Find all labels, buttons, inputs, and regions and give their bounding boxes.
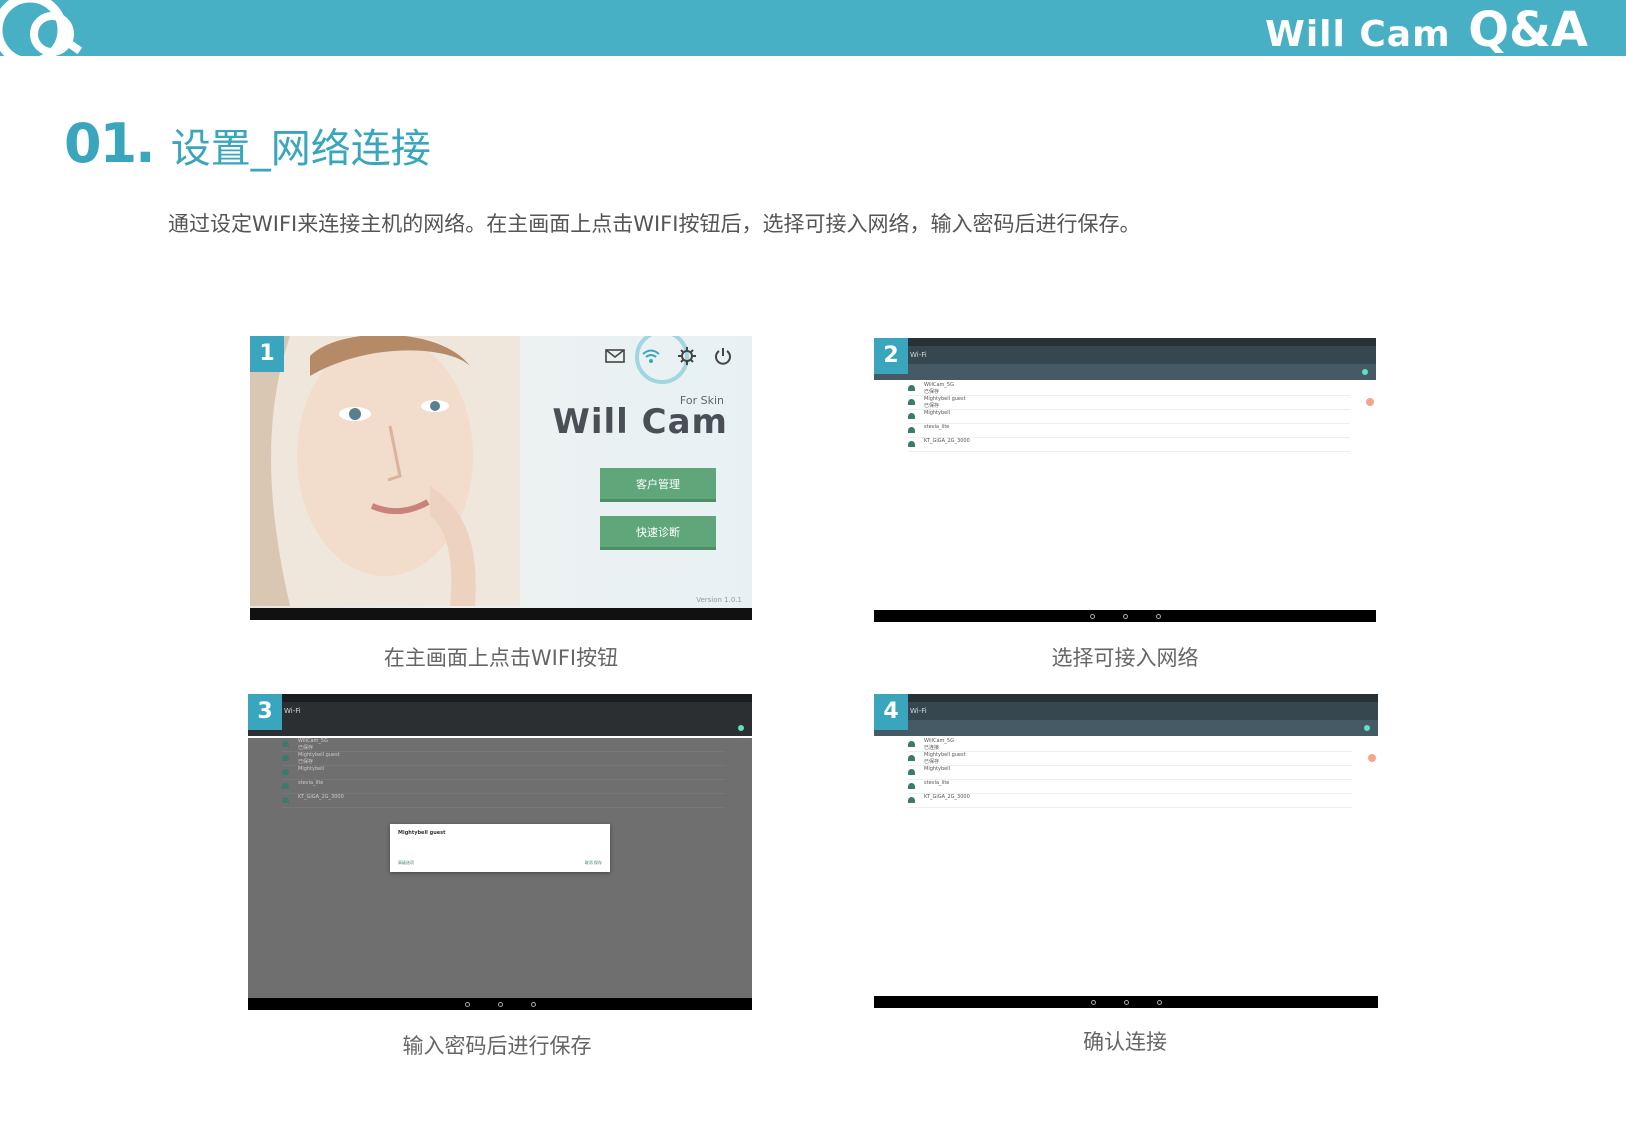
wifi-signal-icon (908, 769, 915, 775)
version-label: Version 1.0.1 (696, 596, 742, 604)
advanced-options-link[interactable]: 高级选项 (398, 860, 414, 866)
wifi-toggle[interactable] (738, 725, 744, 731)
wifi-signal-icon (282, 783, 289, 789)
wifi-appbar-title: Wi-Fi (874, 346, 1376, 364)
android-nav-bar (874, 996, 1378, 1008)
quick-diagnosis-button[interactable]: 快速诊断 (600, 516, 716, 550)
nav-home-icon[interactable] (1122, 613, 1128, 619)
network-row[interactable]: stevia_lite (908, 780, 1352, 794)
network-row[interactable]: KT_GiGA_2G_3000 (908, 438, 1350, 452)
step-caption: 确认连接 (1083, 1030, 1167, 1054)
step-caption: 在主画面上点击WIFI按钮 (383, 646, 619, 670)
wifi-signal-icon (908, 399, 915, 405)
android-nav-bar (874, 610, 1376, 622)
wifi-toggle[interactable] (1364, 725, 1370, 731)
nav-home-icon[interactable] (1123, 999, 1129, 1005)
home-icon-bar (604, 344, 734, 368)
step-badge: 2 (874, 338, 908, 374)
wifi-icon[interactable] (640, 345, 662, 367)
network-list: WillCam_5G 已连接 Mightybell guest 已保存 Mighty… (908, 738, 1352, 808)
wifi-signal-icon (908, 413, 915, 419)
network-row[interactable]: KT_GiGA_2G_3000 (908, 794, 1352, 808)
brand-name: Will Cam (1265, 14, 1451, 55)
nav-recent-icon[interactable] (1155, 613, 1161, 619)
nav-back-icon[interactable] (1089, 613, 1095, 619)
step-caption: 输入密码后进行保存 (402, 1034, 592, 1058)
network-row[interactable]: Mightybell (908, 410, 1350, 424)
willcam-corner-logo-icon (0, 0, 83, 56)
wifi-signal-icon (908, 755, 915, 761)
wifi-toggle[interactable] (1362, 369, 1368, 375)
nav-home-icon[interactable] (497, 1001, 503, 1007)
header-bar: Will Cam Q&A (0, 0, 1626, 58)
status-bar (874, 694, 1378, 702)
add-network-fab[interactable] (1368, 754, 1376, 762)
gear-icon[interactable] (676, 345, 698, 367)
wifi-signal-icon (282, 741, 289, 747)
network-row[interactable]: stevia_lite (908, 424, 1350, 438)
willcam-logo: Will Cam (552, 402, 728, 442)
network-row: stevia_lite (282, 780, 726, 794)
nav-recent-icon[interactable] (1156, 999, 1162, 1005)
network-row: Mightybell (282, 766, 726, 780)
network-list: WillCam_5G 已保存 Mightybell guest 已保存 Mighty… (908, 382, 1350, 452)
wifi-signal-icon (282, 769, 289, 775)
wifi-toggle-bar[interactable] (248, 720, 752, 736)
step-badge: 3 (248, 694, 282, 730)
network-row: KT_GiGA_2G_3000 (282, 794, 726, 808)
wifi-signal-icon (908, 741, 915, 747)
network-row[interactable]: Mightybell (908, 766, 1352, 780)
power-icon[interactable] (712, 345, 734, 367)
network-row[interactable]: WillCam_5G 已保存 (908, 382, 1350, 396)
wifi-signal-icon (282, 755, 289, 761)
wifi-signal-icon (908, 797, 915, 803)
wifi-appbar-title: Wi-Fi (248, 702, 752, 720)
customer-management-button[interactable]: 客户管理 (600, 468, 716, 502)
screenshot-home: 1 For Skin Will Cam 客户管理 快速诊断 Version 1.… (250, 336, 752, 620)
nav-back-icon[interactable] (464, 1001, 470, 1007)
step-caption: 选择可接入网络 (1051, 646, 1199, 670)
section-description: 通过设定WIFI来连接主机的网络。在主画面上点击WIFI按钮后，选择可接入网络，… (168, 212, 1141, 236)
status-bar (248, 694, 752, 702)
network-row: Mightybell guest 已保存 (282, 752, 726, 766)
step-badge: 4 (874, 694, 908, 730)
add-network-fab[interactable] (1366, 398, 1374, 406)
brand-qa: Q&A (1468, 2, 1588, 58)
wifi-toggle-bar[interactable] (874, 720, 1378, 736)
network-row[interactable]: WillCam_5G 已连接 (908, 738, 1352, 752)
dialog-title: Mightybell guest (398, 830, 446, 836)
device-bottom-bar (250, 608, 752, 620)
nav-back-icon[interactable] (1090, 999, 1096, 1005)
step-badge: 1 (250, 336, 284, 372)
wifi-toggle-bar[interactable] (874, 364, 1376, 380)
wifi-appbar-title: Wi-Fi (874, 702, 1378, 720)
qa-page: Will Cam Q&A 01. 设置_网络连接 通过设定WIFI来连接主机的网… (0, 0, 1626, 1126)
section-number: 01. (64, 112, 156, 175)
screenshot-connected: 4 Wi-Fi WillCam_5G 已连接 Mightybell guest 已保… (874, 694, 1378, 1008)
dialog-actions[interactable]: 取消 保存 (585, 860, 602, 866)
section-title: 01. 设置_网络连接 (64, 112, 431, 175)
nav-recent-icon[interactable] (530, 1001, 536, 1007)
mail-icon[interactable] (604, 345, 626, 367)
status-bar (874, 338, 1376, 346)
wifi-signal-icon (908, 783, 915, 789)
android-nav-bar (248, 998, 752, 1010)
network-row[interactable]: Mightybell guest 已保存 (908, 396, 1350, 410)
network-list: WillCam_5G 已保存 Mightybell guest 已保存 Mighty… (282, 738, 726, 808)
wifi-signal-icon (908, 385, 915, 391)
header-brand: Will Cam Q&A (1265, 2, 1588, 58)
wifi-signal-icon (908, 427, 915, 433)
wifi-signal-icon (908, 441, 915, 447)
section-title-text: 设置_网络连接 (170, 126, 431, 172)
screenshot-wifi-list: 2 Wi-Fi WillCam_5G 已保存 Mightybell guest 已保… (874, 338, 1376, 622)
network-row: WillCam_5G 已保存 (282, 738, 726, 752)
wifi-signal-icon (282, 797, 289, 803)
password-dialog: Mightybell guest 高级选项 取消 保存 (390, 824, 610, 872)
screenshot-password-dialog: 3 Wi-Fi WillCam_5G 已保存 Mightybell guest 已保… (248, 694, 752, 1010)
model-face-image (250, 336, 520, 606)
network-row[interactable]: Mightybell guest 已保存 (908, 752, 1352, 766)
